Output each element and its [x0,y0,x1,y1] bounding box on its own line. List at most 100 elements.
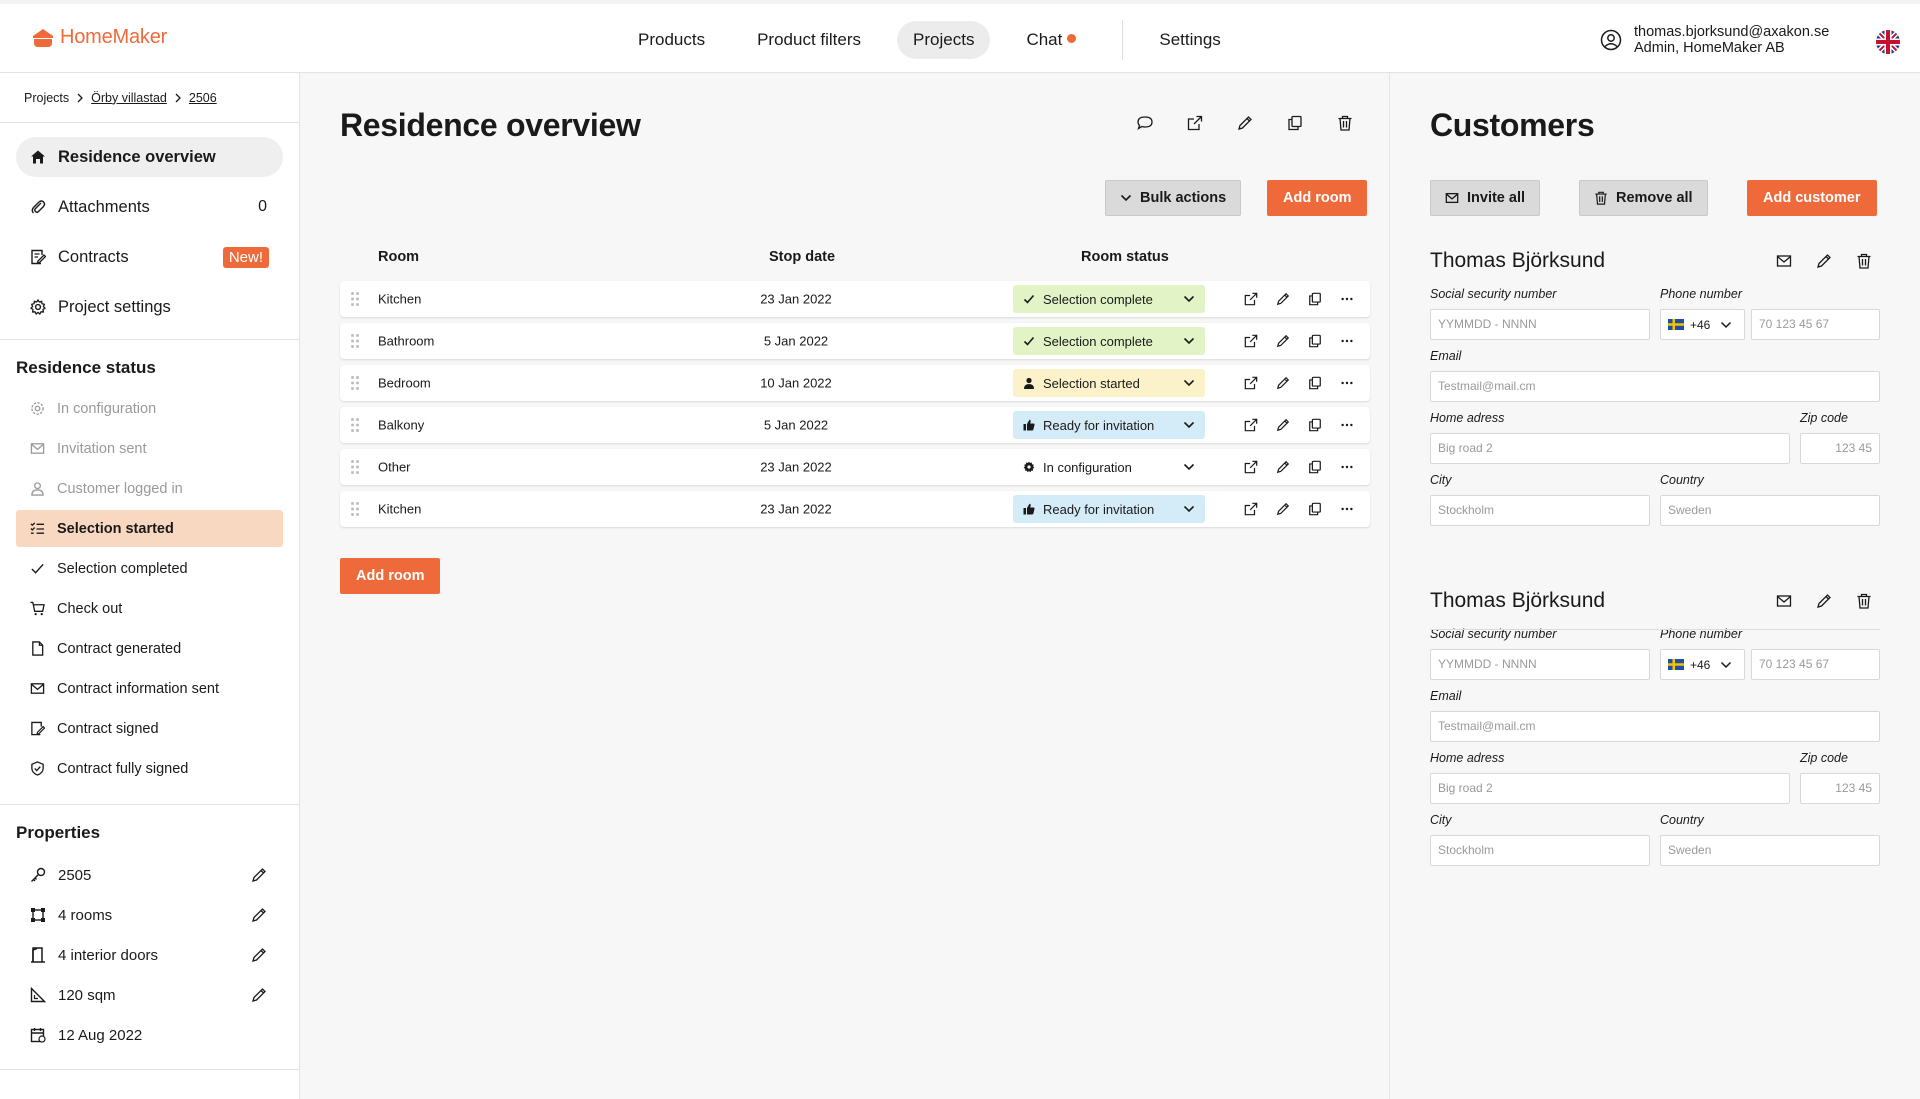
add-room-button[interactable]: Add room [1267,180,1368,216]
email-input[interactable]: Testmail@mail.cm [1430,711,1880,742]
more-horizontal-icon[interactable] [1340,376,1354,390]
room-row[interactable]: Kitchen 23 Jan 2022 Ready for invitation [340,491,1370,527]
pencil-icon[interactable] [1276,418,1290,432]
drag-handle-icon[interactable] [350,291,360,307]
external-link-icon[interactable] [1187,115,1203,131]
room-status-dropdown[interactable]: Selection started [1013,369,1205,397]
phone-input[interactable]: 70 123 45 67 [1751,649,1880,680]
user-avatar-icon [1600,29,1622,51]
sidebar-item-attachments[interactable]: Attachments 0 [16,187,283,227]
pencil-icon[interactable] [1276,502,1290,516]
external-link-icon[interactable] [1244,334,1258,348]
room-status-dropdown[interactable]: In configuration [1013,453,1205,481]
more-horizontal-icon[interactable] [1340,292,1354,306]
breadcrumb-residence[interactable]: 2506 [189,91,217,105]
sidebar-item-residence-overview[interactable]: Residence overview [16,137,283,177]
breadcrumb-project[interactable]: Örby villastad [91,91,167,105]
phone-country-select[interactable]: +46 [1660,309,1745,340]
copy-icon[interactable] [1308,418,1322,432]
more-horizontal-icon[interactable] [1340,418,1354,432]
pencil-icon[interactable] [1276,460,1290,474]
breadcrumb-projects[interactable]: Projects [24,91,69,105]
drag-handle-icon[interactable] [350,501,360,517]
pencil-icon[interactable] [251,867,267,883]
user-menu[interactable]: thomas.bjorksund@axakon.se Admin, HomeMa… [1600,24,1829,56]
drag-handle-icon[interactable] [350,459,360,475]
trash-icon[interactable] [1856,593,1872,609]
copy-icon[interactable] [1287,115,1303,131]
remove-all-button[interactable]: Remove all [1579,180,1708,216]
room-row[interactable]: Balkony 5 Jan 2022 Ready for invitation [340,407,1370,443]
copy-icon[interactable] [1308,334,1322,348]
country-input[interactable]: Sweden [1660,495,1880,526]
uk-flag-icon[interactable] [1876,30,1900,54]
nav-projects[interactable]: Projects [897,21,991,59]
room-row[interactable]: Bathroom 5 Jan 2022 Selection complete [340,323,1370,359]
zip-input[interactable]: 123 45 [1800,773,1880,804]
mail-icon[interactable] [1776,253,1792,269]
trash-icon[interactable] [1337,115,1353,131]
pencil-icon[interactable] [251,907,267,923]
drag-handle-icon[interactable] [350,333,360,349]
room-status-dropdown[interactable]: Selection complete [1013,285,1205,313]
external-link-icon[interactable] [1244,418,1258,432]
zip-input[interactable]: 123 45 [1800,433,1880,464]
ssn-input[interactable]: YYMMDD - NNNN [1430,309,1650,340]
copy-icon[interactable] [1308,502,1322,516]
add-room-bottom-button[interactable]: Add room [340,558,441,594]
more-horizontal-icon[interactable] [1340,334,1354,348]
invite-all-button[interactable]: Invite all [1430,180,1541,216]
column-room: Room [378,249,420,265]
room-status-label: In configuration [1043,459,1132,475]
customers-panel: Customers Invite all Remove all Add cust… [1390,73,1920,1099]
chevron-right-icon [77,93,84,102]
room-status-dropdown[interactable]: Ready for invitation [1013,495,1205,523]
ssn-input[interactable]: YYMMDD - NNNN [1430,649,1650,680]
trash-icon[interactable] [1856,253,1872,269]
pencil-icon[interactable] [1276,376,1290,390]
pencil-icon[interactable] [1816,253,1832,269]
city-input[interactable]: Stockholm [1430,495,1650,526]
drag-handle-icon[interactable] [350,417,360,433]
pencil-icon[interactable] [1816,593,1832,609]
more-horizontal-icon[interactable] [1340,460,1354,474]
address-input[interactable]: Big road 2 [1430,773,1790,804]
phone-country-select[interactable]: +46 [1660,649,1745,680]
nav-product-filters[interactable]: Product filters [741,21,877,59]
room-row[interactable]: Other 23 Jan 2022 In configuration [340,449,1370,485]
add-customer-button[interactable]: Add customer [1747,180,1877,216]
room-row[interactable]: Bedroom 10 Jan 2022 Selection started [340,365,1370,401]
sidebar-item-project-settings[interactable]: Project settings [16,287,283,327]
drag-handle-icon[interactable] [350,375,360,391]
bulk-actions-button[interactable]: Bulk actions [1105,180,1242,216]
pencil-icon[interactable] [251,987,267,1003]
logo[interactable]: HomeMaker [32,26,167,49]
room-status-dropdown[interactable]: Selection complete [1013,327,1205,355]
copy-icon[interactable] [1308,292,1322,306]
copy-icon[interactable] [1308,376,1322,390]
external-link-icon[interactable] [1244,460,1258,474]
pencil-icon[interactable] [1237,115,1253,131]
nav-settings[interactable]: Settings [1143,21,1236,59]
room-row[interactable]: Kitchen 23 Jan 2022 Selection complete [340,281,1370,317]
external-link-icon[interactable] [1244,376,1258,390]
mail-icon[interactable] [1776,593,1792,609]
address-input[interactable]: Big road 2 [1430,433,1790,464]
room-status-dropdown[interactable]: Ready for invitation [1013,411,1205,439]
external-link-icon[interactable] [1244,292,1258,306]
pencil-icon[interactable] [1276,334,1290,348]
email-input[interactable]: Testmail@mail.cm [1430,371,1880,402]
phone-input[interactable]: 70 123 45 67 [1751,309,1880,340]
nav-chat[interactable]: Chat [1010,21,1092,59]
city-input[interactable]: Stockholm [1430,835,1650,866]
sidebar-item-contracts[interactable]: Contracts New! [16,237,283,277]
more-horizontal-icon[interactable] [1340,502,1354,516]
pencil-icon[interactable] [1276,292,1290,306]
comment-icon[interactable] [1137,115,1153,131]
pencil-icon[interactable] [251,947,267,963]
properties-title: Properties [16,823,101,842]
external-link-icon[interactable] [1244,502,1258,516]
nav-products[interactable]: Products [622,21,721,59]
country-input[interactable]: Sweden [1660,835,1880,866]
copy-icon[interactable] [1308,460,1322,474]
